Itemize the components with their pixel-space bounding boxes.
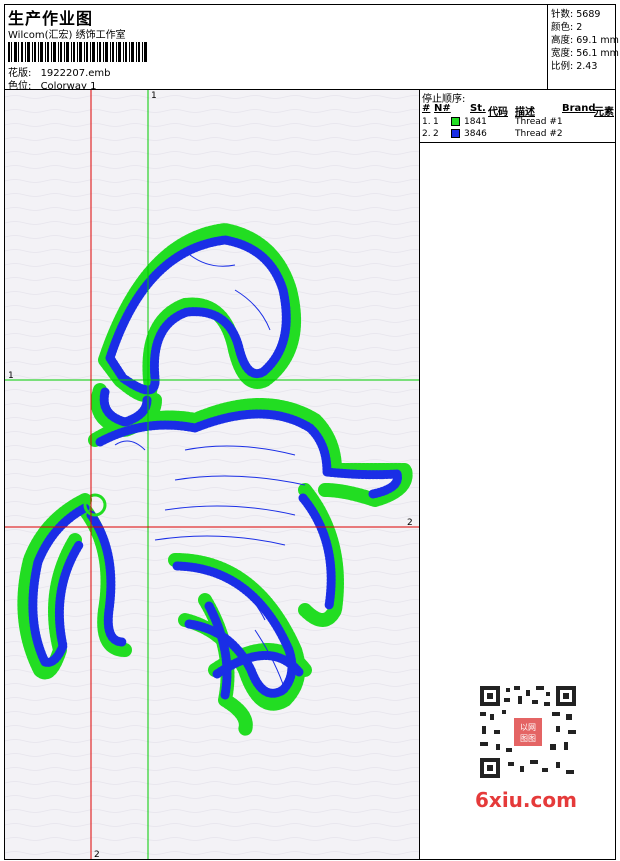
stat-colors: 颜色: 2	[551, 19, 582, 33]
qr-code: 以网 图图	[472, 682, 584, 782]
row-code: 1841	[464, 117, 487, 127]
stat-scale: 比例: 2.43	[551, 58, 597, 72]
row-description: Thread #2	[515, 129, 563, 139]
row-code: 3846	[464, 129, 487, 139]
row-needle: 1	[433, 117, 439, 127]
qr-stamp-text-top: 以网	[520, 723, 536, 732]
barcode	[8, 42, 147, 62]
col-description: 描述	[515, 107, 535, 118]
guide-label-left: 1	[8, 371, 14, 381]
stat-height: 高度: 69.1 mm	[551, 32, 619, 46]
qr-stamp-text-bottom: 图图	[520, 734, 536, 743]
job-sheet-header: 生产作业图 Wilcom(汇宏) 绣饰工作室 花版: 1922207.emb 色…	[4, 4, 619, 92]
col-element: 元素	[594, 107, 614, 118]
stat-width: 宽度: 56.1 mm	[551, 45, 619, 59]
col-brand: Brand	[562, 103, 596, 114]
col-index: #	[422, 103, 431, 114]
guide-label-bottom: 2	[94, 850, 100, 860]
col-code: 代码	[488, 107, 508, 118]
header-info: 生产作业图 Wilcom(汇宏) 绣饰工作室 花版: 1922207.emb 色…	[5, 5, 548, 92]
table-row[interactable]: 2. 2 3846 Thread #2	[420, 129, 615, 142]
watermark-text: 6xiu.com	[475, 788, 577, 812]
row-index: 2.	[422, 129, 431, 139]
color-swatch	[451, 117, 460, 126]
row-description: Thread #1	[515, 117, 563, 127]
embroidery-preview: 1 2 1 2	[5, 90, 419, 860]
design-canvas[interactable]: 1 2 1 2	[4, 89, 420, 860]
design-stats: 针数: 5689 颜色: 2 高度: 69.1 mm 宽度: 56.1 mm 比…	[548, 5, 619, 89]
row-index: 1.	[422, 117, 431, 127]
stat-value: 2.43	[576, 61, 598, 72]
guide-label-top: 1	[151, 91, 157, 101]
company-name: Wilcom(汇宏) 绣饰工作室	[8, 30, 126, 41]
stop-sequence-table: 停止顺序: # N# St. 代码 描述 Brand 元素 1. 1 1841 …	[420, 90, 615, 143]
col-stitch: St.	[470, 103, 486, 114]
stat-label: 比例:	[551, 61, 574, 72]
guide-label-right: 2	[407, 518, 413, 528]
color-swatch	[451, 129, 460, 138]
stat-stitches: 针数: 5689	[551, 6, 600, 20]
row-needle: 2	[433, 129, 439, 139]
col-needle: N#	[434, 103, 451, 114]
